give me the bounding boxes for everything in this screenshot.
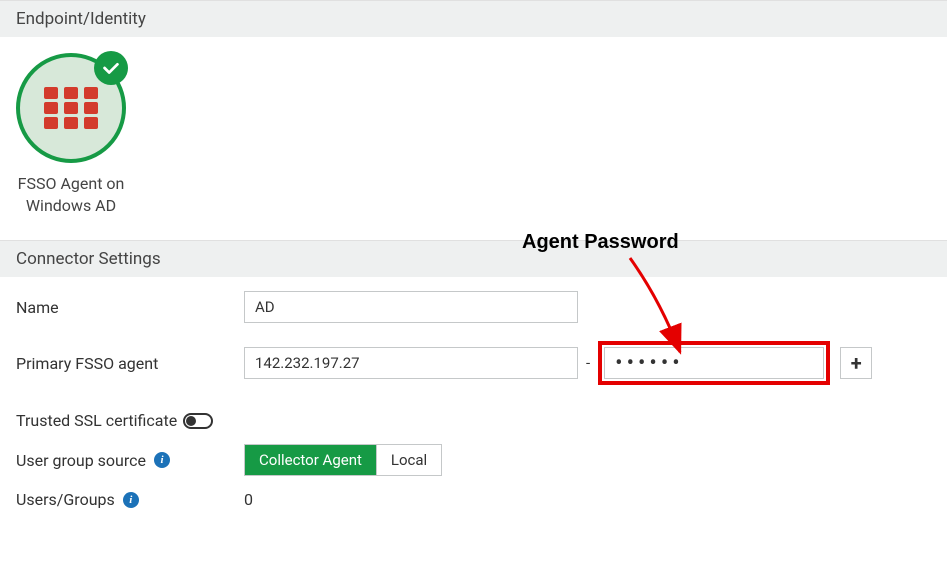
add-agent-button[interactable]: +: [840, 347, 872, 379]
trusted-ssl-label: Trusted SSL certificate: [16, 411, 244, 430]
primary-fsso-password-input[interactable]: [604, 347, 824, 379]
section-header-endpoint: Endpoint/Identity: [0, 0, 947, 37]
plus-icon: +: [851, 351, 862, 375]
users-groups-label: Users/Groups i: [16, 490, 244, 509]
user-group-source-label: User group source i: [16, 451, 244, 470]
fsso-agent-icon: [16, 53, 126, 163]
name-input[interactable]: [244, 291, 578, 323]
separator-dash: -: [586, 354, 590, 372]
fsso-agent-card[interactable]: FSSO Agent on Windows AD: [16, 53, 126, 216]
annotation-label: Agent Password: [522, 231, 679, 254]
info-icon[interactable]: i: [154, 452, 170, 468]
user-group-source-options: Collector Agent Local: [244, 444, 442, 476]
fsso-agent-label: FSSO Agent on Windows AD: [16, 173, 126, 216]
info-icon[interactable]: i: [123, 492, 139, 508]
users-groups-value: 0: [244, 490, 253, 509]
connector-form: Name Primary FSSO agent - + Trusted SSL …: [0, 277, 947, 539]
primary-fsso-ip-input[interactable]: [244, 347, 578, 379]
check-icon: [94, 51, 128, 85]
endpoint-body: FSSO Agent on Windows AD: [0, 37, 947, 240]
section-header-connector: Connector Settings: [0, 240, 947, 277]
primary-fsso-label: Primary FSSO agent: [16, 354, 244, 373]
trusted-ssl-toggle[interactable]: [183, 413, 213, 429]
password-highlight-box: [598, 341, 830, 385]
option-collector-agent[interactable]: Collector Agent: [245, 445, 376, 475]
name-label: Name: [16, 298, 244, 317]
option-local[interactable]: Local: [376, 445, 441, 475]
